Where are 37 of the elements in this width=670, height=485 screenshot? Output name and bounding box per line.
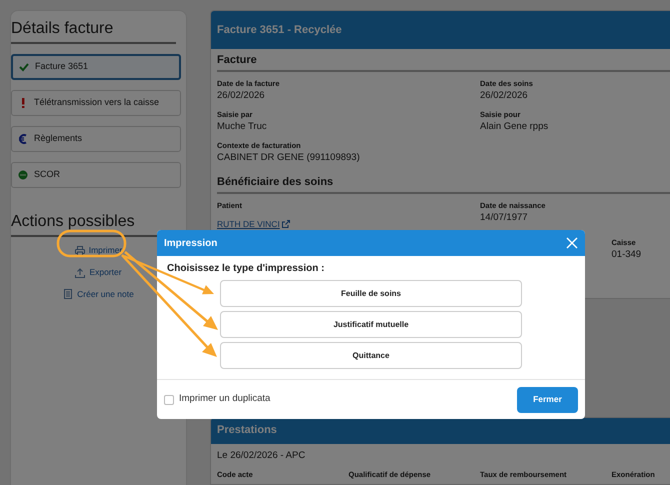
dialog-title: Impression: [164, 236, 218, 250]
card-header: Facture 3651 - Recyclée: [211, 11, 670, 49]
printer-icon: [74, 246, 85, 256]
status-icon: [18, 170, 28, 180]
field-value: 26/02/2026: [217, 89, 266, 104]
dialog-prompt: Choisissez le type d'impression :: [167, 263, 326, 275]
highlight-outline: [56, 230, 126, 258]
print-option-button[interactable]: Feuille de soins: [220, 280, 522, 307]
upload-icon: [75, 268, 86, 278]
euro-icon: [18, 134, 28, 144]
card-header: Prestations: [211, 418, 670, 444]
field-value: Alain Gene rpps: [480, 120, 550, 134]
note-icon: [63, 289, 74, 300]
prestation-date: Le 26/02/2026 - APC: [217, 448, 306, 463]
sidebar-item[interactable]: SCOR: [11, 162, 181, 188]
field-value: CABINET DR GENE (991109893): [217, 151, 361, 166]
section-title: Facture: [217, 49, 670, 72]
check-icon: [19, 62, 29, 72]
action-link[interactable]: Exporter: [75, 266, 122, 279]
field-value: 26/02/2026: [480, 89, 529, 104]
sidebar-item[interactable]: Télétransmission vers la caisse: [11, 90, 181, 116]
action-link[interactable]: Imprimer: [74, 244, 122, 258]
duplicate-checkbox[interactable]: Imprimer un duplicata: [164, 392, 270, 407]
close-dialog-button[interactable]: Fermer: [517, 386, 578, 412]
print-option-button[interactable]: Justificatif mutuelle: [220, 311, 522, 338]
action-link[interactable]: Créer une note: [63, 288, 134, 301]
field-value: 14/07/1977: [480, 211, 529, 226]
sidebar-item[interactable]: Règlements: [11, 126, 181, 152]
close-button[interactable]: [566, 237, 578, 249]
sidebar-title: Détails facture: [11, 19, 176, 44]
field-value: 01-349: [612, 248, 642, 262]
sidebar-item[interactable]: Facture 3651: [11, 54, 181, 80]
patient-link[interactable]: RUTH DE VINCI: [217, 217, 290, 232]
field-value: Muche Truc: [217, 120, 268, 134]
section-title: Bénéficiaire des soins: [217, 171, 670, 194]
external-link-icon: [282, 220, 290, 228]
print-option-button[interactable]: Quittance: [220, 342, 522, 369]
